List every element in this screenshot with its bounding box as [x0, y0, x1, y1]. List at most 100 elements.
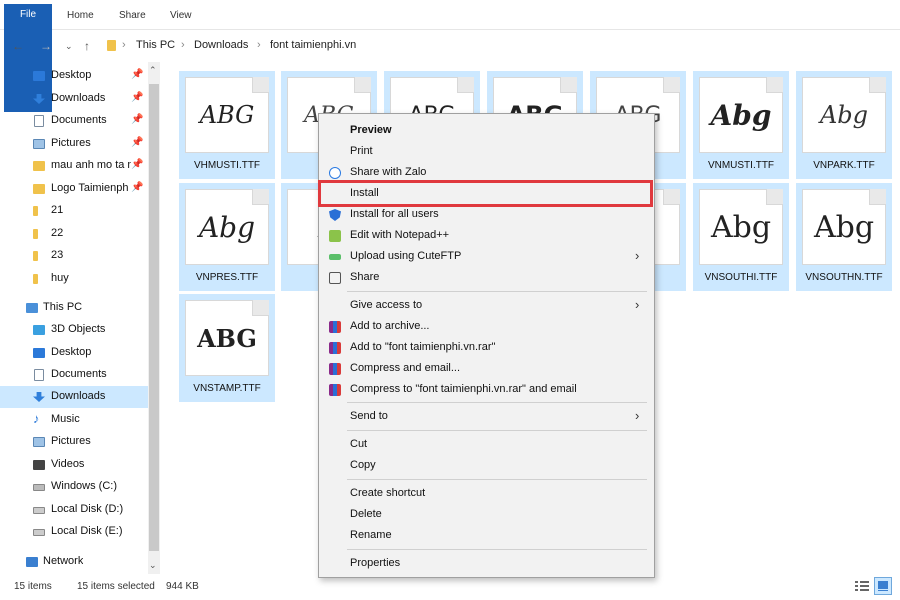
file-name: VNPRES.TTF: [195, 272, 259, 283]
font-preview-glyph: ABG: [197, 323, 257, 353]
crumb-this-pc[interactable]: This PC: [136, 39, 175, 51]
sidebar-item-label: Local Disk (D:): [51, 503, 124, 515]
sidebar-item-local-disk-e[interactable]: Local Disk (E:): [0, 521, 148, 543]
crumb-downloads[interactable]: Downloads: [194, 39, 248, 51]
sidebar-item-this-pc[interactable]: This PC: [0, 297, 148, 319]
sidebar-item-local-disk-d[interactable]: Local Disk (D:): [0, 499, 148, 521]
sidebar-item-label: This PC: [43, 301, 83, 313]
computer-icon: [26, 303, 38, 313]
sidebar-item-windows-c[interactable]: Windows (C:): [0, 476, 148, 498]
file-item[interactable]: ABG VNSTAMP.TTF: [179, 294, 275, 402]
menu-item-send-to[interactable]: Send to ›: [319, 407, 654, 427]
sidebar-item-21[interactable]: 21: [0, 200, 148, 222]
sidebar-item-desktop[interactable]: Desktop 📌: [0, 65, 148, 87]
menu-item-give-access[interactable]: Give access to ›: [319, 296, 654, 316]
up-arrow-icon[interactable]: ↑: [84, 39, 90, 53]
menu-item-label: Print: [350, 145, 373, 157]
sidebar-item-documents-pc[interactable]: Documents: [0, 364, 148, 386]
scroll-down-arrow-icon[interactable]: ⌄: [149, 560, 157, 571]
sidebar-item-logo[interactable]: Logo Taimienph 📌: [0, 178, 148, 200]
page-fold: [766, 189, 783, 205]
recent-locations-chevron-icon[interactable]: ⌄: [65, 41, 73, 52]
tab-home[interactable]: Home: [67, 5, 94, 27]
menu-item-cut[interactable]: Cut: [319, 435, 654, 455]
file-item[interactable]: Abg VNSOUTHI.TTF: [693, 183, 789, 291]
file-item[interactable]: ABG VHMUSTI.TTF: [179, 71, 275, 179]
menu-separator: [347, 430, 647, 431]
sidebar-item-23[interactable]: 23: [0, 245, 148, 267]
menu-separator: [347, 479, 647, 480]
sidebar-item-label: Documents: [51, 368, 107, 380]
tab-view[interactable]: View: [170, 5, 192, 27]
menu-item-compress-rar-email[interactable]: Compress to "font taimienphi.vn.rar" and…: [319, 380, 654, 400]
menu-item-rename[interactable]: Rename: [319, 526, 654, 546]
sidebar-item-huy[interactable]: huy: [0, 268, 148, 290]
menu-item-preview[interactable]: Preview: [319, 121, 654, 141]
menu-item-delete[interactable]: Delete: [319, 505, 654, 525]
back-arrow-icon[interactable]: ←: [12, 39, 24, 53]
pictures-icon: [33, 139, 45, 149]
music-icon: ♪: [33, 411, 40, 426]
file-name: VNMUSTI.TTF: [707, 160, 775, 171]
sidebar-item-3d-objects[interactable]: 3D Objects: [0, 319, 148, 341]
chevron-right-icon: ›: [257, 39, 261, 51]
sidebar-item-documents[interactable]: Documents 📌: [0, 110, 148, 132]
breadcrumb: › This PC › Downloads › font taimienphi.…: [118, 39, 418, 53]
folder-icon: [33, 161, 45, 171]
menu-item-copy[interactable]: Copy: [319, 456, 654, 476]
notepad-icon: [329, 230, 341, 242]
pin-icon: 📌: [131, 182, 144, 193]
sidebar-item-pictures-pc[interactable]: Pictures: [0, 431, 148, 453]
sidebar-item-pictures[interactable]: Pictures 📌: [0, 133, 148, 155]
winrar-icon: [329, 342, 341, 354]
menu-item-edit-notepad[interactable]: Edit with Notepad++: [319, 226, 654, 246]
chevron-right-icon: ›: [635, 297, 640, 312]
page-fold: [560, 77, 577, 93]
font-preview-glyph: Abg: [813, 209, 875, 245]
menu-item-share[interactable]: Share: [319, 268, 654, 288]
sidebar-item-label: Network: [43, 555, 84, 567]
large-icons-view-icon[interactable]: [874, 577, 892, 595]
menu-separator: [347, 291, 647, 292]
tab-share[interactable]: Share: [119, 5, 146, 27]
menu-item-label: Install for all users: [350, 208, 439, 220]
font-preview-glyph: ABG: [199, 101, 255, 129]
menu-item-compress-email[interactable]: Compress and email...: [319, 359, 654, 379]
file-item[interactable]: Abg VNPRES.TTF: [179, 183, 275, 291]
details-view-icon[interactable]: [853, 577, 871, 595]
pictures-icon: [33, 437, 45, 447]
file-item[interactable]: Abg VNPARK.TTF: [796, 71, 892, 179]
sidebar-item-videos[interactable]: Videos: [0, 454, 148, 476]
sidebar-item-label: huy: [51, 272, 69, 284]
menu-item-add-rar[interactable]: Add to "font taimienphi.vn.rar": [319, 338, 654, 358]
sidebar-item-downloads[interactable]: Downloads 📌: [0, 88, 148, 110]
file-name: VNPARK.TTF: [813, 160, 875, 171]
menu-item-add-archive[interactable]: Add to archive...: [319, 317, 654, 337]
file-item[interactable]: Abg VNMUSTI.TTF: [693, 71, 789, 179]
menu-item-create-shortcut[interactable]: Create shortcut: [319, 484, 654, 504]
scroll-up-arrow-icon[interactable]: ⌃: [149, 65, 157, 76]
sidebar-item-label: Local Disk (E:): [51, 525, 123, 537]
menu-item-upload-cuteftp[interactable]: Upload using CuteFTP ›: [319, 247, 654, 267]
sidebar-item-mau-anh[interactable]: mau anh mo ta n 📌: [0, 155, 148, 177]
sidebar-item-music[interactable]: ♪ Music: [0, 409, 148, 431]
menu-item-print[interactable]: Print: [319, 142, 654, 162]
forward-arrow-icon[interactable]: →: [40, 39, 52, 53]
menu-item-properties[interactable]: Properties: [319, 554, 654, 574]
sidebar-item-label: Windows (C:): [51, 480, 118, 492]
menu-item-label: Send to: [350, 410, 388, 422]
file-item[interactable]: Abg VNSOUTHN.TTF: [796, 183, 892, 291]
crumb-font-folder[interactable]: font taimienphi.vn: [270, 39, 356, 51]
page-fold: [869, 77, 886, 93]
sidebar-item-downloads-pc[interactable]: Downloads: [0, 386, 148, 408]
sidebar-item-network[interactable]: Network: [0, 551, 148, 573]
sidebar-item-22[interactable]: 22: [0, 223, 148, 245]
sidebar-item-label: 23: [51, 249, 64, 261]
drive-icon: [33, 507, 45, 514]
menu-item-install-all-users[interactable]: Install for all users: [319, 205, 654, 225]
install-highlight-box: [318, 180, 653, 207]
sidebar-item-label: Downloads: [51, 390, 106, 402]
sidebar-scroll-thumb[interactable]: [149, 84, 159, 551]
menu-item-label: Upload using CuteFTP: [350, 250, 462, 262]
sidebar-item-desktop-pc[interactable]: Desktop: [0, 342, 148, 364]
